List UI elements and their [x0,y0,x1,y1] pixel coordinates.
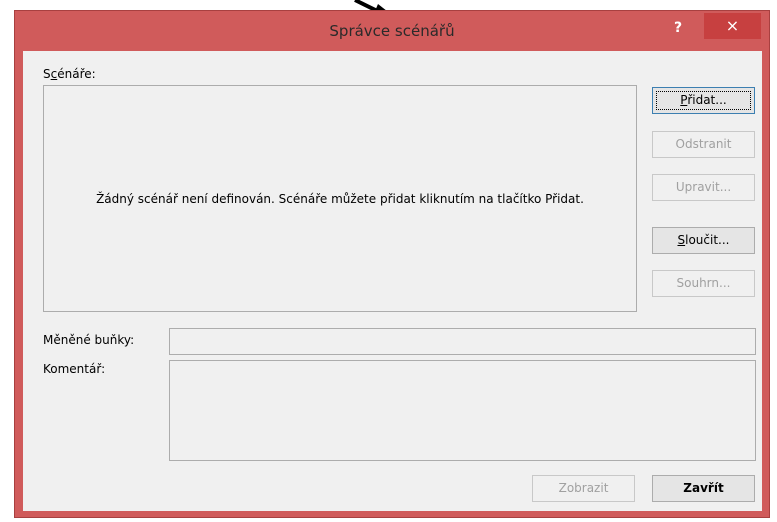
dialog-body: Scénáře: Žádný scénář není definován. Sc… [23,51,762,511]
add-button[interactable]: Přidat... [652,87,755,114]
scenarios-label: Scénáře: [43,67,96,81]
dialog-title: Správce scénářů [329,22,455,40]
scenario-manager-dialog: Správce scénářů ? × Scénáře: Žádný scéná… [14,10,770,518]
focus-rect [656,91,751,110]
delete-button[interactable]: Odstranit [652,131,755,158]
comment-field[interactable] [169,360,756,461]
title-bar: Správce scénářů ? × [15,11,769,51]
scenarios-list[interactable]: Žádný scénář není definován. Scénáře můž… [43,85,637,312]
close-button[interactable]: Zavřít [652,475,755,502]
show-button[interactable]: Zobrazit [532,475,635,502]
merge-button[interactable]: Sloučit... [652,227,755,254]
changing-cells-field[interactable] [169,328,756,355]
help-button[interactable]: ? [665,17,691,41]
changing-cells-label: Měněné buňky: [43,333,135,347]
close-window-button[interactable]: × [704,13,761,39]
comment-label: Komentář: [43,362,106,376]
edit-button[interactable]: Upravit... [652,174,755,201]
empty-list-message: Žádný scénář není definován. Scénáře můž… [96,192,584,206]
summary-button[interactable]: Souhrn... [652,270,755,297]
